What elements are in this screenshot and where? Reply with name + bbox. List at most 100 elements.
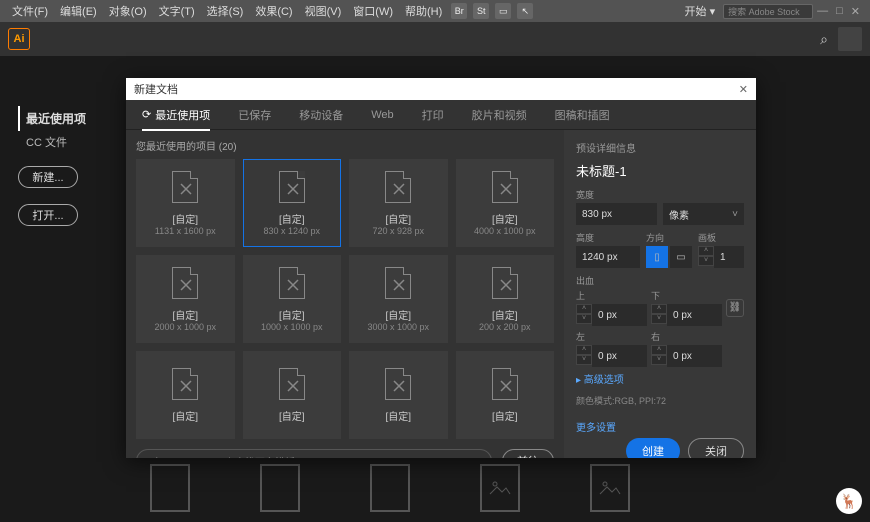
maximize-icon[interactable]: □	[836, 5, 843, 17]
tab-print[interactable]: 打印	[422, 107, 444, 123]
document-icon	[492, 267, 518, 299]
document-icon	[385, 267, 411, 299]
card-label: [自定]	[492, 408, 518, 423]
menu-object[interactable]: 对象(O)	[103, 3, 153, 19]
width-field[interactable]: 830 px	[576, 203, 657, 225]
close-icon[interactable]: ✕	[851, 5, 860, 18]
create-button[interactable]: 创建	[626, 438, 680, 458]
bleed-left[interactable]: 0 px	[592, 345, 647, 367]
card-label: [自定]	[492, 211, 518, 226]
presets-heading: 您最近使用的项目 (20)	[136, 138, 554, 153]
width-label: 宽度	[576, 188, 744, 201]
tool-placeholder[interactable]	[838, 27, 862, 51]
height-label: 高度	[576, 231, 640, 244]
preset-card[interactable]: [自定]720 x 928 px	[349, 159, 448, 247]
tab-mobile[interactable]: 移动设备	[299, 107, 343, 123]
landscape-icon[interactable]: ▭	[670, 246, 692, 268]
adobe-stock-search[interactable]: 搜索 Adobe Stock	[723, 4, 813, 19]
tab-web[interactable]: Web	[371, 109, 393, 121]
document-icon	[385, 368, 411, 400]
card-dimensions: 200 x 200 px	[479, 322, 531, 332]
watermark-icon: 🦌	[836, 488, 862, 514]
close-button[interactable]: 关闭	[688, 438, 744, 458]
minimize-icon[interactable]: —	[817, 5, 828, 17]
document-icon	[279, 368, 305, 400]
bleed-top[interactable]: 0 px	[592, 304, 647, 326]
doc-icon[interactable]	[370, 464, 410, 512]
preset-card[interactable]: [自定]	[243, 351, 342, 439]
doc-icon[interactable]	[260, 464, 300, 512]
workspace-switcher[interactable]: 开始 ▾	[677, 3, 724, 19]
document-icon	[279, 171, 305, 203]
presets-area: 您最近使用的项目 (20) [自定]1131 x 1600 px[自定]830 …	[126, 130, 564, 458]
stock-icon[interactable]: St	[473, 3, 489, 19]
preset-card[interactable]: [自定]1131 x 1600 px	[136, 159, 235, 247]
tab-art[interactable]: 图稿和插图	[555, 107, 610, 123]
advanced-toggle[interactable]: ▸ 高级选项	[576, 371, 744, 386]
preset-card[interactable]: [自定]	[136, 351, 235, 439]
menu-view[interactable]: 视图(V)	[299, 3, 348, 19]
tab-film[interactable]: 胶片和视频	[472, 107, 527, 123]
card-label: [自定]	[385, 307, 411, 322]
menu-edit[interactable]: 编辑(E)	[54, 3, 103, 19]
home-sidebar: 最近使用项 CC 文件 新建... 打开...	[18, 106, 118, 226]
menu-file[interactable]: 文件(F)	[6, 3, 54, 19]
arrange-icon[interactable]: ▭	[495, 3, 511, 19]
color-mode-info: 颜色模式:RGB, PPI:72	[576, 394, 744, 407]
artboard-count[interactable]: 1	[714, 246, 744, 268]
preset-card[interactable]: [自定]1000 x 1000 px	[243, 255, 342, 343]
sidebar-cc-files[interactable]: CC 文件	[18, 131, 118, 150]
bleed-right[interactable]: 0 px	[667, 345, 722, 367]
tab-recent[interactable]: ⟳ 最近使用项	[142, 107, 210, 131]
bleed-bottom[interactable]: 0 px	[667, 304, 722, 326]
menu-type[interactable]: 文字(T)	[153, 3, 201, 19]
card-dimensions: 1131 x 1600 px	[155, 226, 216, 236]
dialog-close-icon[interactable]: ✕	[739, 83, 748, 96]
go-button[interactable]: 前往	[502, 449, 554, 458]
units-select[interactable]: 像素˅	[663, 203, 744, 225]
bleed-label: 出血	[576, 274, 744, 287]
preset-details-panel: 预设详细信息 未标题-1 宽度 830 px 像素˅ 高度 1240 px 方向…	[564, 130, 756, 458]
menu-effect[interactable]: 效果(C)	[249, 3, 298, 19]
menu-select[interactable]: 选择(S)	[201, 3, 250, 19]
image-icon[interactable]	[590, 464, 630, 512]
bleed-link-icon[interactable]: ⛓	[726, 299, 744, 317]
background-presets	[150, 464, 630, 512]
ai-logo-icon: Ai	[8, 28, 30, 50]
menu-help[interactable]: 帮助(H)	[399, 3, 448, 19]
preset-card[interactable]: [自定]200 x 200 px	[456, 255, 555, 343]
cursor-icon[interactable]: ↖	[517, 3, 533, 19]
preset-card[interactable]: [自定]3000 x 1000 px	[349, 255, 448, 343]
dialog-title: 新建文档	[134, 81, 178, 97]
portrait-icon[interactable]: ▯	[646, 246, 668, 268]
stock-search-input[interactable]: ⌕ 在 Adobe Stock 上查找更多模板	[136, 449, 492, 458]
card-label: [自定]	[492, 307, 518, 322]
open-button[interactable]: 打开...	[18, 204, 78, 226]
preset-card[interactable]: [自定]	[456, 351, 555, 439]
card-dimensions: 830 x 1240 px	[263, 226, 320, 236]
card-label: [自定]	[279, 307, 305, 322]
preset-card[interactable]: [自定]830 x 1240 px	[243, 159, 342, 247]
document-name[interactable]: 未标题-1	[576, 161, 744, 180]
preset-card[interactable]: [自定]2000 x 1000 px	[136, 255, 235, 343]
category-tabs: ⟳ 最近使用项 已保存 移动设备 Web 打印 胶片和视频 图稿和插图	[126, 100, 756, 130]
document-icon	[492, 368, 518, 400]
preset-card[interactable]: [自定]4000 x 1000 px	[456, 159, 555, 247]
sidebar-recent[interactable]: 最近使用项	[18, 106, 118, 131]
document-icon	[492, 171, 518, 203]
doc-icon[interactable]	[150, 464, 190, 512]
document-icon	[385, 171, 411, 203]
tab-saved[interactable]: 已保存	[238, 107, 271, 123]
document-icon	[172, 267, 198, 299]
bridge-icon[interactable]: Br	[451, 3, 467, 19]
menu-window[interactable]: 窗口(W)	[347, 3, 399, 19]
more-settings[interactable]: 更多设置	[576, 419, 744, 434]
image-icon[interactable]	[480, 464, 520, 512]
height-field[interactable]: 1240 px	[576, 246, 640, 268]
new-button[interactable]: 新建...	[18, 166, 78, 188]
preset-card[interactable]: [自定]	[349, 351, 448, 439]
card-label: [自定]	[385, 408, 411, 423]
card-label: [自定]	[279, 408, 305, 423]
panel-header: 预设详细信息	[576, 140, 744, 155]
search-icon[interactable]: ⌕	[820, 31, 828, 48]
